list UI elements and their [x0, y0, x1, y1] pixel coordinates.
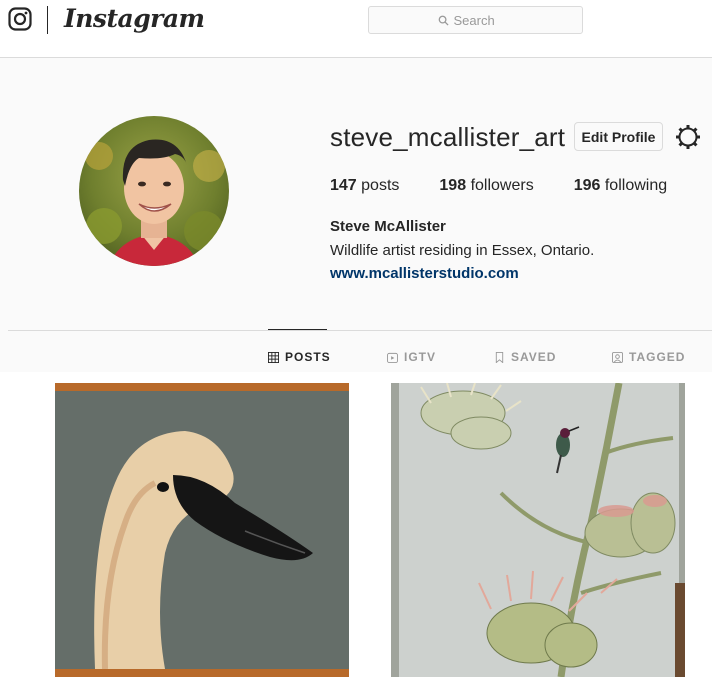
tab-tagged[interactable]: TAGGED	[612, 350, 685, 364]
tab-posts[interactable]: POSTS	[268, 350, 331, 364]
profile-stats: 147 posts 198 followers 196 following	[330, 177, 707, 195]
tab-label: POSTS	[285, 350, 331, 364]
followers-stat[interactable]: 198 followers	[439, 177, 533, 195]
following-count: 196	[573, 177, 601, 194]
post-thumbnail-swan[interactable]	[55, 383, 349, 677]
grid-icon	[268, 351, 279, 363]
posts-count: 147	[330, 177, 357, 194]
instagram-camera-icon[interactable]	[8, 7, 32, 31]
active-tab-indicator	[268, 329, 327, 330]
edit-profile-button[interactable]: Edit Profile	[574, 122, 663, 151]
tab-igtv[interactable]: IGTV	[387, 350, 436, 364]
followers-label: followers	[470, 177, 534, 194]
posts-stat: 147 posts	[330, 177, 399, 195]
tab-label: IGTV	[404, 350, 437, 364]
search-box[interactable]	[368, 6, 583, 34]
profile-username: steve_mcallister_art	[330, 122, 566, 152]
tab-saved[interactable]: SAVED	[494, 350, 556, 364]
igtv-icon	[387, 352, 398, 363]
profile-bio: Wildlife artist residing in Essex, Ontar…	[330, 242, 595, 259]
search-input[interactable]	[453, 12, 514, 28]
search-icon	[438, 15, 449, 26]
tagged-icon	[612, 351, 623, 363]
posts-label: posts	[361, 177, 400, 194]
instagram-wordmark[interactable]: Instagram	[64, 4, 205, 33]
following-stat[interactable]: 196 following	[574, 177, 667, 195]
post-thumbnail-hummingbird[interactable]	[391, 383, 685, 677]
top-nav-bar: Instagram	[0, 0, 712, 58]
profile-full-name: Steve McAllister	[330, 218, 446, 235]
logo-divider	[47, 6, 48, 34]
followers-count: 198	[439, 177, 467, 194]
following-label: following	[604, 177, 668, 194]
bookmark-icon	[495, 351, 504, 363]
profile-website-link[interactable]: www.mcallisterstudio.com	[330, 265, 519, 282]
gear-icon[interactable]	[675, 124, 701, 150]
profile-avatar[interactable]	[79, 116, 229, 266]
tab-label: TAGGED	[629, 350, 686, 364]
tab-label: SAVED	[511, 350, 557, 364]
tabs-divider	[8, 330, 712, 331]
